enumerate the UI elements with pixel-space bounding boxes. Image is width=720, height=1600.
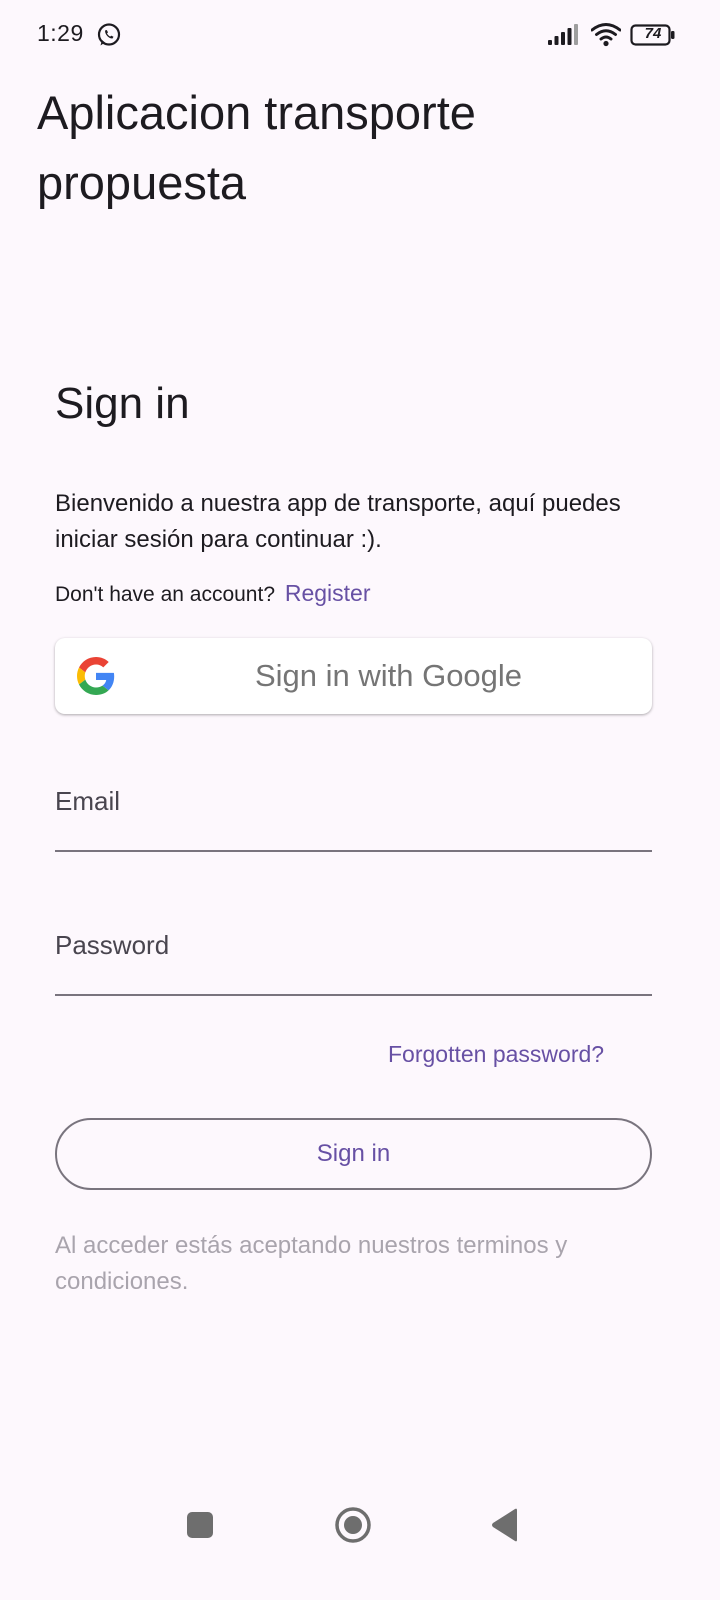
email-field-container	[55, 766, 652, 854]
terms-text: Al acceder estás aceptando nuestros term…	[55, 1232, 568, 1295]
password-field-container	[55, 910, 652, 998]
status-time: 1:29	[37, 20, 84, 46]
password-field[interactable]	[55, 910, 652, 996]
battery-level: 74	[644, 25, 662, 42]
back-icon[interactable]	[490, 1508, 520, 1542]
welcome-text: Bienvenido a nuestra app de transporte, …	[55, 490, 621, 553]
signin-heading: Sign in	[55, 379, 190, 428]
signal-icon	[548, 24, 578, 45]
no-account-prompt: Don't have an account?	[55, 583, 275, 606]
home-icon[interactable]	[334, 1506, 372, 1544]
wifi-icon	[591, 23, 621, 47]
forgot-password-link[interactable]: Forgotten password?	[388, 1038, 604, 1070]
app-title: Aplicacion transporte propuesta	[37, 86, 476, 209]
status-bar: 1:29 74	[0, 0, 720, 72]
google-icon	[77, 657, 115, 695]
whatsapp-icon	[97, 23, 121, 46]
google-signin-button[interactable]: Sign in with Google	[55, 638, 652, 714]
google-signin-label: Sign in with Google	[254, 658, 523, 693]
signin-button[interactable]: Sign in	[55, 1118, 652, 1190]
register-row: Don't have an account? Register	[55, 578, 371, 610]
register-link[interactable]: Register	[285, 580, 371, 606]
recents-icon[interactable]	[187, 1512, 213, 1538]
email-field[interactable]	[55, 766, 652, 852]
